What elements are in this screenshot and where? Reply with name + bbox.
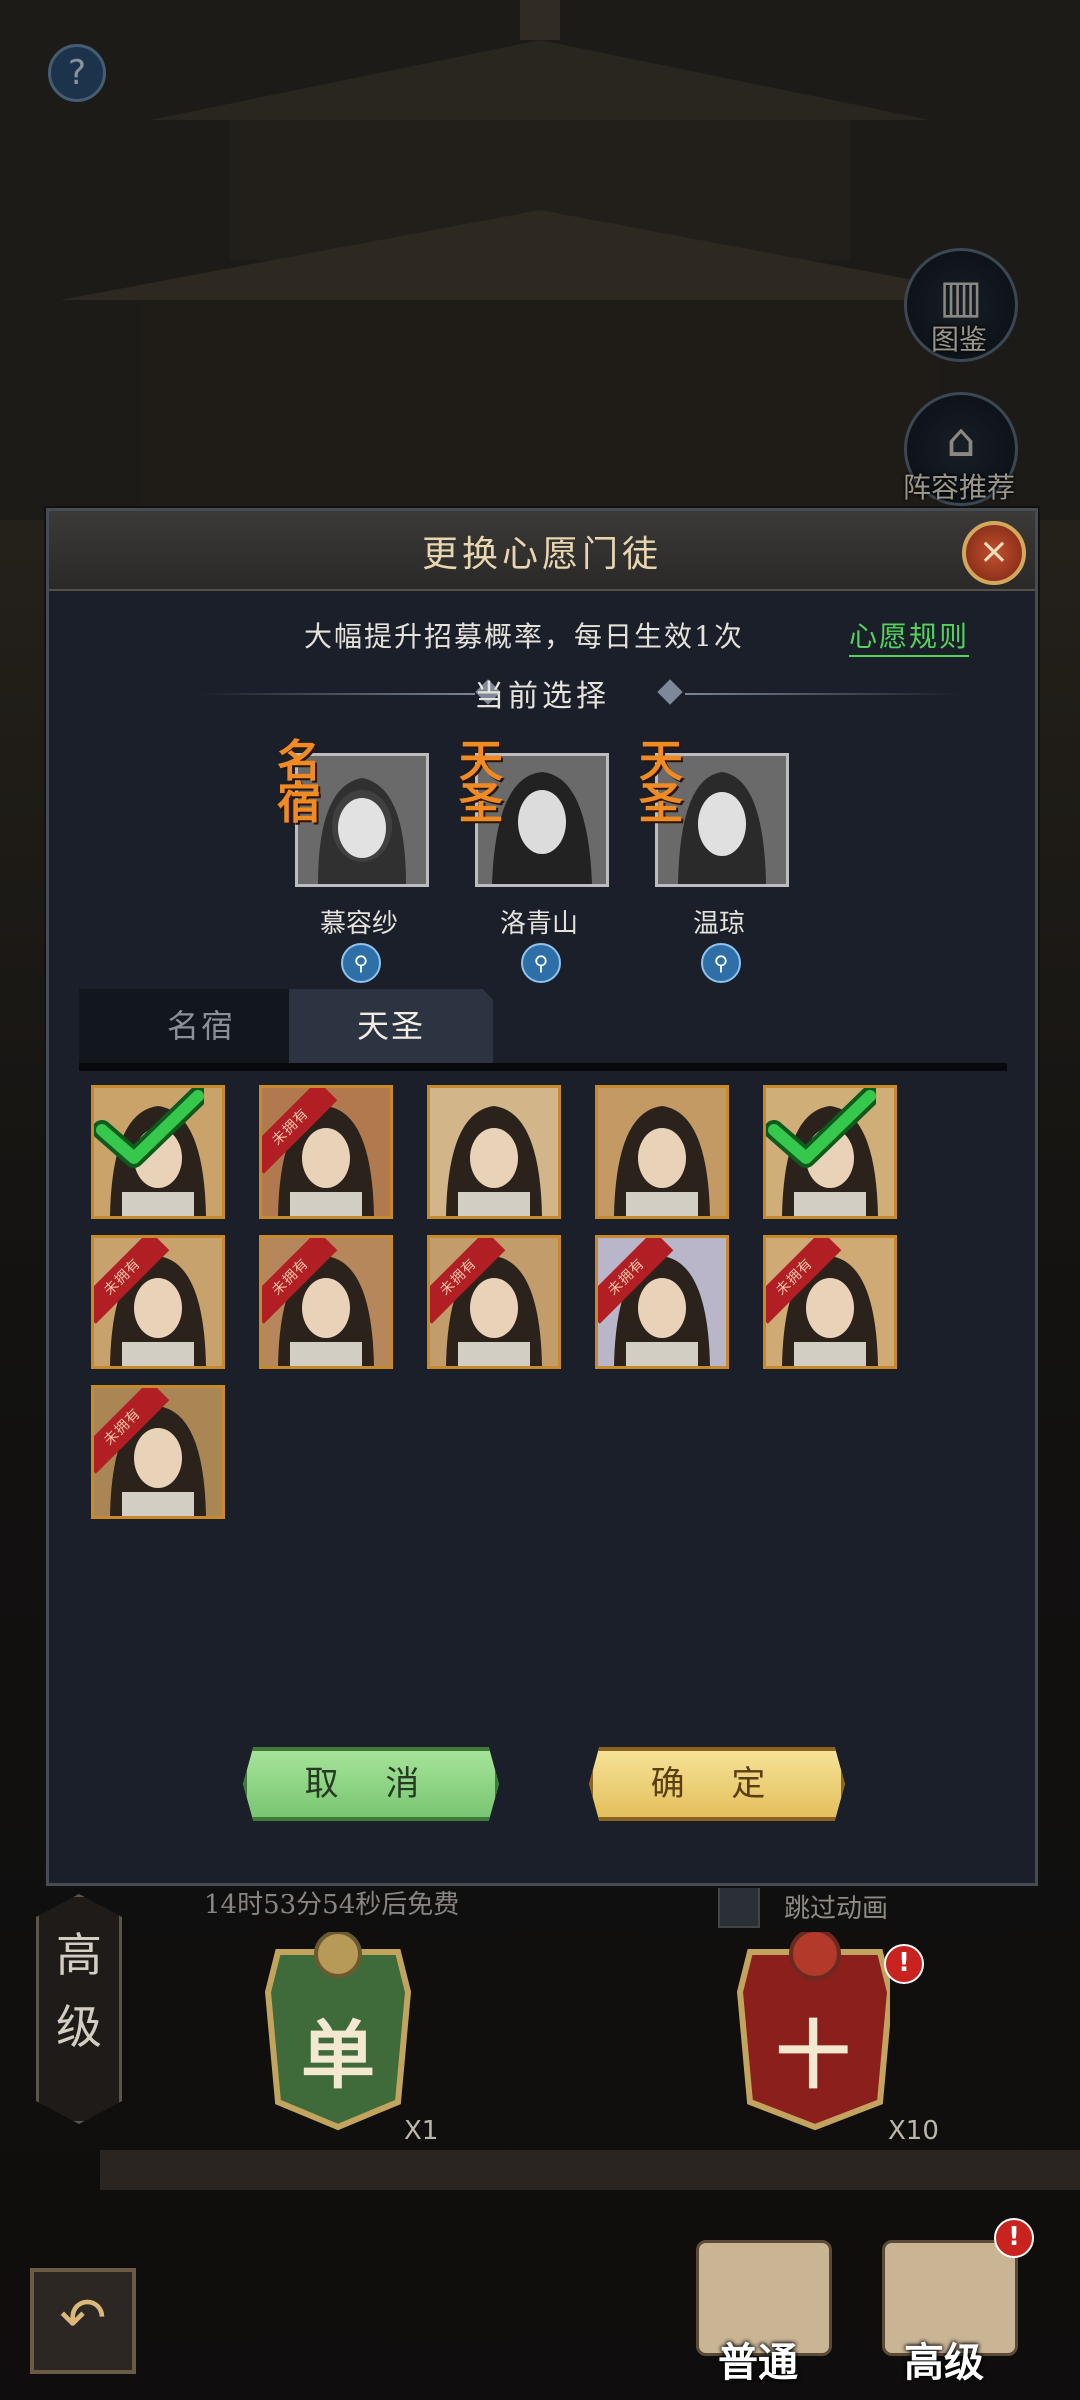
skip-animation-checkbox[interactable] — [718, 1886, 760, 1928]
free-timer: 14时53分54秒后免费 — [204, 1890, 460, 1920]
hero-card[interactable] — [763, 1085, 897, 1219]
tab-tiansheng[interactable]: 天圣 — [289, 989, 493, 1067]
ten-draw-multiplier: X10 — [888, 2116, 939, 2146]
hero-card[interactable] — [595, 1085, 729, 1219]
confirm-button[interactable]: 确 定 — [589, 1747, 845, 1821]
wish-disciple-dialog: 更换心愿门徒 × 大幅提升招募概率，每日生效1次 心愿规则 当前选择 名宿 慕容… — [46, 508, 1038, 1886]
selected-check-icon — [766, 1088, 876, 1168]
tab-mingsu[interactable]: 名宿 — [79, 989, 323, 1063]
ten-draw-alert-icon: ! — [884, 1944, 924, 1984]
single-draw-label: 单 — [301, 2013, 375, 2099]
hero-portrait — [598, 1088, 726, 1216]
selected-name-1: 慕容纱 — [319, 909, 398, 939]
hero-card[interactable]: 未拥有 — [259, 1235, 393, 1369]
selected-rank-2: 天圣 — [459, 736, 503, 829]
hero-card[interactable] — [91, 1085, 225, 1219]
advanced-recruit-label: 高级 — [904, 2339, 984, 2386]
ten-draw-label: 十 — [776, 2013, 850, 2099]
view-detail-2-icon[interactable]: ⚲ — [521, 943, 561, 983]
close-icon: × — [978, 531, 1010, 572]
single-draw-multiplier: X1 — [404, 2116, 439, 2146]
view-detail-3-icon[interactable]: ⚲ — [701, 943, 741, 983]
view-detail-1-icon[interactable]: ⚲ — [341, 943, 381, 983]
hero-card[interactable]: 未拥有 — [259, 1085, 393, 1219]
mode-tag: 高级 — [36, 1894, 122, 2124]
selected-name-2: 洛青山 — [499, 909, 578, 939]
selected-name-3: 温琼 — [692, 909, 745, 939]
hero-card[interactable]: 未拥有 — [595, 1235, 729, 1369]
normal-recruit-label: 普通 — [718, 2339, 798, 2386]
dialog-title: 更换心愿门徒 — [421, 534, 662, 575]
dialog-subtitle: 大幅提升招募概率，每日生效1次 — [304, 620, 744, 653]
cancel-button[interactable]: 取 消 — [243, 1747, 499, 1821]
section-divider-right — [685, 693, 961, 695]
wish-rules-link[interactable]: 心愿规则 — [849, 615, 970, 657]
hero-card[interactable] — [427, 1085, 561, 1219]
selected-rank-3: 天圣 — [639, 736, 683, 829]
selected-check-icon — [94, 1088, 204, 1168]
selected-rank-1: 名宿 — [277, 736, 321, 829]
advanced-recruit-alert-icon: ! — [994, 2218, 1034, 2258]
tab-underline — [79, 1063, 1007, 1071]
back-button[interactable]: ↶ — [30, 2268, 136, 2374]
hero-card[interactable]: 未拥有 — [91, 1385, 225, 1519]
hero-card[interactable]: 未拥有 — [427, 1235, 561, 1369]
dialog-header: 更换心愿门徒 × — [49, 511, 1035, 591]
close-button[interactable]: × — [962, 521, 1026, 585]
hero-portrait — [430, 1088, 558, 1216]
shelf-divider — [100, 2150, 1080, 2190]
skip-animation-label: 跳过动画 — [784, 1894, 889, 1924]
mode-tag-label: 高级 — [56, 1928, 102, 2054]
hero-card[interactable]: 未拥有 — [763, 1235, 897, 1369]
hero-card[interactable]: 未拥有 — [91, 1235, 225, 1369]
